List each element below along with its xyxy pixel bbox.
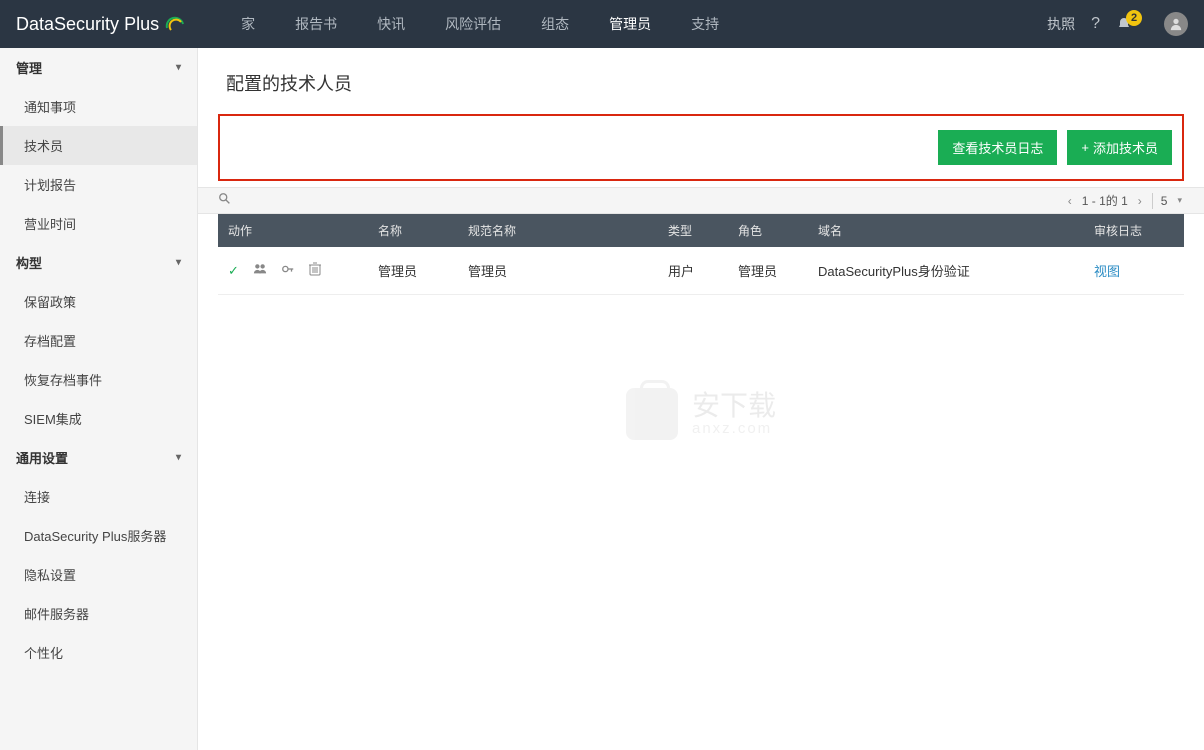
add-technician-button[interactable]: + 添加技术员 bbox=[1067, 130, 1172, 165]
cell-spec-name: 管理员 bbox=[458, 247, 658, 295]
notifications-icon[interactable]: 2 bbox=[1116, 16, 1148, 32]
logo-arc-icon bbox=[165, 14, 185, 34]
sidebar-item-2-1[interactable]: DataSecurity Plus服务器 bbox=[0, 516, 197, 555]
main-content: 配置的技术人员 查看技术员日志 + 添加技术员 ‹ 1 - 1的 1 › 5 ▾ bbox=[198, 48, 1204, 750]
page-title: 配置的技术人员 bbox=[218, 48, 1184, 114]
sidebar-item-2-2[interactable]: 隐私设置 bbox=[0, 555, 197, 594]
col-action: 动作 bbox=[218, 214, 368, 247]
cell-domain: DataSecurityPlus身份验证 bbox=[808, 247, 1084, 295]
table-header-row: 动作 名称 规范名称 类型 角色 域名 审核日志 bbox=[218, 214, 1184, 247]
action-highlight-box: 查看技术员日志 + 添加技术员 bbox=[218, 114, 1184, 181]
pager-pagesize[interactable]: 5 bbox=[1161, 194, 1168, 208]
cell-name: 管理员 bbox=[368, 247, 458, 295]
table-toolbar: ‹ 1 - 1的 1 › 5 ▾ bbox=[198, 187, 1204, 214]
notification-badge: 2 bbox=[1126, 10, 1142, 26]
col-audit: 审核日志 bbox=[1084, 214, 1184, 247]
sidebar-item-2-3[interactable]: 邮件服务器 bbox=[0, 594, 197, 633]
technicians-table: 动作 名称 规范名称 类型 角色 域名 审核日志 ✓管理员管理员用户管理员Dat… bbox=[218, 214, 1184, 295]
nav-item-0[interactable]: 家 bbox=[221, 0, 275, 48]
plus-icon: + bbox=[1081, 140, 1089, 155]
caret-down-icon: ▾ bbox=[176, 62, 181, 73]
col-role: 角色 bbox=[728, 214, 808, 247]
user-avatar-icon[interactable] bbox=[1164, 12, 1188, 36]
nav-item-1[interactable]: 报告书 bbox=[275, 0, 357, 48]
sidebar-item-1-2[interactable]: 恢复存档事件 bbox=[0, 360, 197, 399]
table-row: ✓管理员管理员用户管理员DataSecurityPlus身份验证视图 bbox=[218, 247, 1184, 295]
nav-item-2[interactable]: 快讯 bbox=[357, 0, 425, 48]
watermark: 安下载 anxz.com bbox=[626, 388, 776, 440]
key-icon[interactable] bbox=[281, 262, 295, 279]
enable-icon[interactable]: ✓ bbox=[228, 263, 239, 279]
search-icon[interactable] bbox=[218, 192, 232, 209]
brand-logo: DataSecurity Plus bbox=[0, 14, 201, 35]
nav-item-3[interactable]: 风险评估 bbox=[425, 0, 521, 48]
main-nav: 家报告书快讯风险评估组态管理员支持 bbox=[221, 0, 739, 48]
sidebar-item-2-0[interactable]: 连接 bbox=[0, 477, 197, 516]
sidebar-item-0-1[interactable]: 技术员 bbox=[0, 126, 197, 165]
sidebar-item-2-4[interactable]: 个性化 bbox=[0, 633, 197, 672]
pager-next-icon[interactable]: › bbox=[1136, 194, 1144, 208]
caret-down-icon: ▾ bbox=[176, 257, 181, 268]
cell-type: 用户 bbox=[658, 247, 728, 295]
sidebar-item-0-0[interactable]: 通知事项 bbox=[0, 87, 197, 126]
sidebar-item-0-2[interactable]: 计划报告 bbox=[0, 165, 197, 204]
caret-down-icon: ▾ bbox=[176, 452, 181, 463]
help-icon[interactable]: ? bbox=[1091, 15, 1100, 33]
pagesize-dropdown-icon[interactable]: ▾ bbox=[1175, 195, 1184, 206]
pager: ‹ 1 - 1的 1 › 5 ▾ bbox=[1066, 192, 1184, 209]
pager-prev-icon[interactable]: ‹ bbox=[1066, 194, 1074, 208]
delete-icon[interactable] bbox=[309, 262, 321, 279]
col-spec-name: 规范名称 bbox=[458, 214, 658, 247]
sidebar-item-1-1[interactable]: 存档配置 bbox=[0, 321, 197, 360]
watermark-sub: anxz.com bbox=[692, 420, 776, 437]
topbar-right: 执照 ? 2 bbox=[1047, 12, 1204, 36]
cell-role: 管理员 bbox=[728, 247, 808, 295]
sidebar-section-0[interactable]: 管理▾ bbox=[0, 48, 197, 87]
sidebar-item-0-3[interactable]: 营业时间 bbox=[0, 204, 197, 243]
sidebar-section-1[interactable]: 构型▾ bbox=[0, 243, 197, 282]
view-tech-log-button[interactable]: 查看技术员日志 bbox=[938, 130, 1057, 165]
brand-suffix: Plus bbox=[124, 14, 159, 35]
brand-name: DataSecurity bbox=[16, 14, 119, 35]
col-name: 名称 bbox=[368, 214, 458, 247]
watermark-main: 安下载 bbox=[692, 392, 776, 420]
watermark-shield-icon bbox=[626, 388, 678, 440]
topbar: DataSecurity Plus 家报告书快讯风险评估组态管理员支持 执照 ?… bbox=[0, 0, 1204, 48]
pager-range: 1 - 1的 1 bbox=[1082, 192, 1128, 209]
sidebar-item-1-3[interactable]: SIEM集成 bbox=[0, 399, 197, 438]
nav-item-6[interactable]: 支持 bbox=[671, 0, 739, 48]
sidebar-section-2[interactable]: 通用设置▾ bbox=[0, 438, 197, 477]
nav-item-5[interactable]: 管理员 bbox=[589, 0, 671, 48]
sidebar: 管理▾通知事项技术员计划报告营业时间构型▾保留政策存档配置恢复存档事件SIEM集… bbox=[0, 48, 198, 750]
license-link[interactable]: 执照 bbox=[1047, 14, 1075, 34]
audit-view-link[interactable]: 视图 bbox=[1094, 264, 1120, 279]
assign-icon[interactable] bbox=[253, 262, 267, 279]
sidebar-item-1-0[interactable]: 保留政策 bbox=[0, 282, 197, 321]
col-domain: 域名 bbox=[808, 214, 1084, 247]
col-type: 类型 bbox=[658, 214, 728, 247]
nav-item-4[interactable]: 组态 bbox=[521, 0, 589, 48]
pager-divider bbox=[1152, 193, 1153, 209]
